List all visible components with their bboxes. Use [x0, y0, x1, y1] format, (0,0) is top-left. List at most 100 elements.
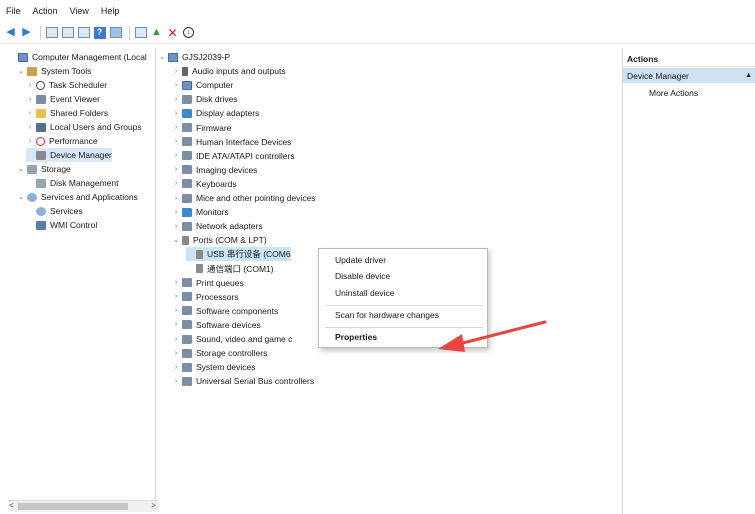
expand-chevron-icon[interactable]: ›	[172, 307, 180, 314]
expand-chevron-icon[interactable]: ›	[172, 195, 180, 202]
expand-chevron-icon[interactable]: ›	[172, 279, 180, 286]
expand-chevron-icon[interactable]: ›	[172, 138, 180, 145]
help-icon[interactable]: ?	[93, 26, 106, 39]
device_tree-item[interactable]: › IDE ATA/ATAPI controllers	[172, 149, 295, 163]
menu-help[interactable]: Help	[101, 6, 120, 16]
menu-properties[interactable]: Properties	[335, 332, 377, 342]
expand-chevron-icon[interactable]: ›	[172, 293, 180, 300]
menu-disable-device[interactable]: Disable device	[335, 271, 390, 281]
actions-device-manager[interactable]: Device Manager ▲	[623, 68, 755, 83]
device_tree-label: Display adapters	[196, 108, 260, 119]
device_tree-item[interactable]: ⌄ GJSJ2039-P	[158, 50, 230, 64]
device_tree-item[interactable]: ⌄ Ports (COM & LPT)	[172, 233, 267, 247]
device_tree-item[interactable]: › Print queues	[172, 276, 244, 290]
device_tree-label: Software components	[196, 305, 279, 316]
expand-chevron-icon[interactable]: ›	[26, 96, 34, 103]
uninstall-icon[interactable]: ✕	[166, 26, 179, 39]
left_tree-item[interactable]: WMI Control	[26, 218, 97, 232]
expand-chevron-icon[interactable]: ›	[172, 336, 180, 343]
up-level-icon[interactable]	[45, 26, 58, 39]
expand-chevron-icon[interactable]: ›	[172, 350, 180, 357]
horizontal-scrollbar[interactable]: < >	[8, 500, 158, 512]
left_tree-item[interactable]: Computer Management (Local	[8, 50, 147, 64]
collapse-caret-icon[interactable]: ▲	[745, 72, 752, 79]
expand-chevron-icon[interactable]: ›	[172, 152, 180, 159]
device_tree-item[interactable]: › Imaging devices	[172, 163, 258, 177]
expand-chevron-icon[interactable]: ›	[172, 321, 180, 328]
collapse-chevron-icon[interactable]: ⌄	[17, 165, 25, 173]
expand-chevron-icon[interactable]: ›	[26, 124, 34, 131]
device_tree-item[interactable]: › Software components	[172, 304, 278, 318]
mouse-icon	[182, 193, 192, 203]
device_tree-item[interactable]: › Display adapters	[172, 106, 259, 120]
device_tree-item[interactable]: › Keyboards	[172, 177, 237, 191]
collapse-chevron-icon[interactable]: ⌄	[17, 193, 25, 201]
left_tree-item[interactable]: › Event Viewer	[26, 92, 100, 106]
menu-action[interactable]: Action	[33, 6, 58, 16]
scan-hardware-icon[interactable]	[134, 26, 147, 39]
collapse-chevron-icon[interactable]: ⌄	[17, 67, 25, 75]
left_tree-item[interactable]: Services	[26, 204, 83, 218]
menu-bar: File Action View Help	[0, 0, 755, 22]
device_tree-label: Computer	[196, 80, 234, 91]
device_tree-item[interactable]: › Human Interface Devices	[172, 135, 292, 149]
device_tree-item[interactable]: › Computer	[172, 78, 234, 92]
scroll-right-icon[interactable]: >	[151, 501, 156, 510]
device_tree-item[interactable]: › Storage controllers	[172, 346, 268, 360]
wmi-icon	[36, 220, 46, 230]
left_tree-item[interactable]: ⌄ Storage	[17, 162, 71, 176]
expand-chevron-icon[interactable]: ›	[26, 110, 34, 117]
expand-chevron-icon[interactable]: ›	[172, 166, 180, 173]
device_tree-item[interactable]: › Software devices	[172, 318, 261, 332]
expand-chevron-icon[interactable]: ›	[172, 96, 180, 103]
device_tree-item[interactable]: › Sound, video and game c	[172, 332, 293, 346]
scrollbar-thumb[interactable]	[18, 503, 128, 510]
view-toggle-icon[interactable]	[109, 26, 122, 39]
properties-toolbar-icon[interactable]	[77, 26, 90, 39]
left_tree-item[interactable]: › Shared Folders	[26, 106, 108, 120]
download-circle-icon[interactable]: ↓	[182, 26, 195, 39]
device_tree-item[interactable]: › Processors	[172, 290, 239, 304]
left_tree-item[interactable]: › Task Scheduler	[26, 78, 107, 92]
device_tree-item[interactable]: › Mice and other pointing devices	[172, 191, 316, 205]
scroll-left-icon[interactable]: <	[9, 501, 14, 510]
expand-chevron-icon[interactable]: ›	[172, 223, 180, 230]
device_tree-item[interactable]: › Audio inputs and outputs	[172, 64, 286, 78]
left_tree-item[interactable]: ⌄ System Tools	[17, 64, 91, 78]
expand-chevron-icon[interactable]: ›	[172, 180, 180, 187]
menu-file[interactable]: File	[6, 6, 21, 16]
expand-chevron-icon[interactable]: ›	[172, 124, 180, 131]
expand-chevron-icon[interactable]: ›	[172, 378, 180, 385]
update-driver-icon[interactable]: ▲	[150, 26, 163, 39]
left_tree-item[interactable]: ⌄ Services and Applications	[17, 190, 138, 204]
expand-chevron-icon[interactable]: ›	[172, 110, 180, 117]
expand-chevron-icon[interactable]: ›	[26, 138, 34, 145]
device_tree-item[interactable]: USB 串行设备 (COM6	[186, 247, 291, 262]
menu-scan-hardware[interactable]: Scan for hardware changes	[335, 310, 439, 320]
left_tree-item[interactable]: Disk Management	[26, 176, 119, 190]
menu-uninstall-device[interactable]: Uninstall device	[335, 288, 395, 298]
device_tree-item[interactable]: › Firmware	[172, 121, 232, 135]
left_tree-item[interactable]: › Performance	[26, 134, 98, 148]
expand-chevron-icon[interactable]: ›	[172, 364, 180, 371]
menu-view[interactable]: View	[70, 6, 89, 16]
device_tree-item[interactable]: › Universal Serial Bus controllers	[172, 374, 314, 388]
left_tree-item[interactable]: › Local Users and Groups	[26, 120, 142, 134]
device_tree-item[interactable]: › Disk drives	[172, 92, 238, 106]
collapse-chevron-icon[interactable]: ⌄	[158, 53, 166, 61]
collapse-chevron-icon[interactable]: ⌄	[172, 236, 180, 244]
show-hide-tree-icon[interactable]	[61, 26, 74, 39]
menu-update-driver[interactable]: Update driver	[335, 255, 386, 265]
back-arrow-icon[interactable]: ◀	[4, 26, 17, 39]
more-actions-link[interactable]: More Actions	[649, 88, 698, 98]
expand-chevron-icon[interactable]: ›	[172, 68, 180, 75]
left_tree-item[interactable]: Device Manager	[26, 148, 112, 162]
device_tree-item[interactable]: 通信端口 (COM1)	[186, 262, 274, 276]
expand-chevron-icon[interactable]: ›	[26, 82, 34, 89]
expand-chevron-icon[interactable]: ›	[172, 209, 180, 216]
expand-chevron-icon[interactable]: ›	[172, 82, 180, 89]
forward-arrow-icon[interactable]: ▶	[20, 26, 33, 39]
device_tree-item[interactable]: › System devices	[172, 360, 256, 374]
device_tree-item[interactable]: › Monitors	[172, 205, 229, 219]
device_tree-item[interactable]: › Network adapters	[172, 219, 263, 233]
